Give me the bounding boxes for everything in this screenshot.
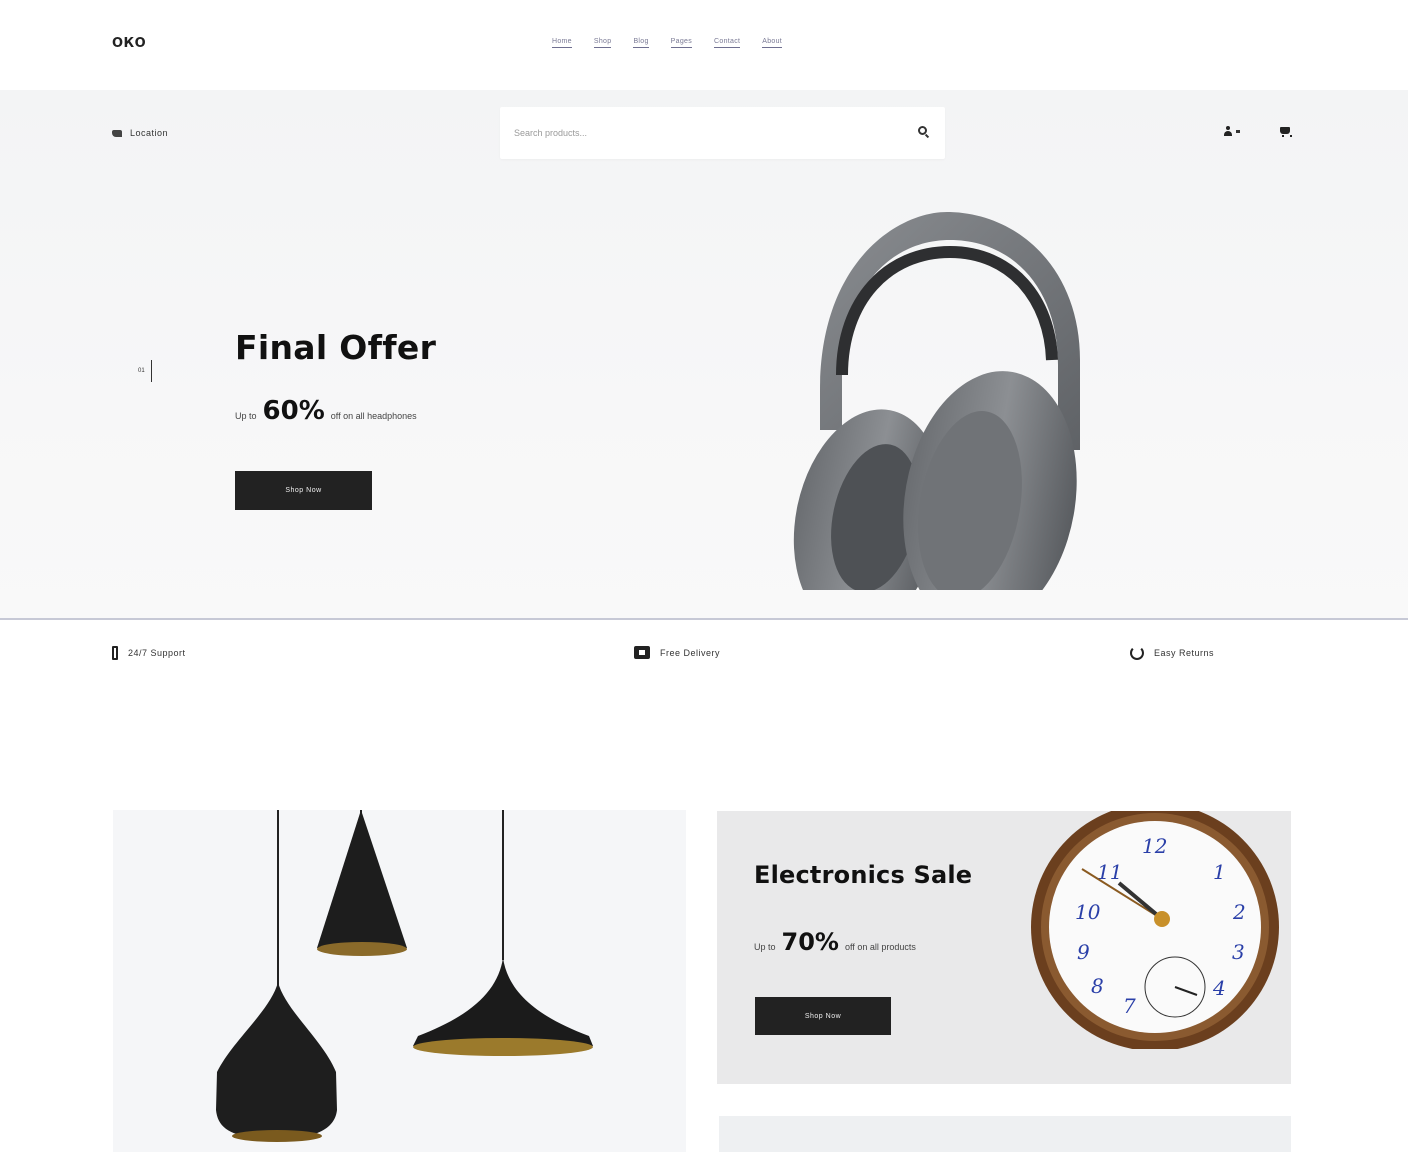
hero-title: Final Offer xyxy=(235,328,437,367)
nav-item-shop[interactable]: Shop xyxy=(593,38,612,48)
nav-item-contact[interactable]: Contact xyxy=(714,38,741,48)
svg-text:8: 8 xyxy=(1091,974,1104,998)
svg-text:3: 3 xyxy=(1232,940,1245,964)
slide-number: 01 xyxy=(138,368,145,374)
pendant-lamps-image xyxy=(216,810,593,1142)
svg-text:9: 9 xyxy=(1077,940,1090,964)
svg-text:10: 10 xyxy=(1075,900,1101,924)
search-bar xyxy=(500,107,945,159)
hero-offer-prefix: Up to xyxy=(235,411,257,421)
hero-shop-button[interactable]: Shop Now xyxy=(235,471,372,510)
promo-shop-button[interactable]: Shop Now xyxy=(755,997,891,1035)
svg-text:1: 1 xyxy=(1213,860,1226,884)
promo-offer-prefix: Up to xyxy=(754,942,776,952)
search-icon[interactable] xyxy=(918,126,927,135)
account-menu[interactable] xyxy=(1224,126,1240,136)
promo-card-electronics: Electronics Sale Up to 70% off on all pr… xyxy=(717,811,1291,1084)
promo-title: Electronics Sale xyxy=(754,861,973,889)
hero-offer: Up to 60% off on all headphones xyxy=(235,396,417,426)
refresh-icon xyxy=(1130,646,1144,660)
receipt-icon xyxy=(634,646,650,659)
nav-item-about[interactable]: About xyxy=(762,38,783,48)
location-label: Location xyxy=(130,128,169,138)
hero-offer-value: 60% xyxy=(262,396,325,426)
feature-returns: Easy Returns xyxy=(1130,646,1214,660)
slide-progress-bar xyxy=(150,360,152,382)
promo-offer: Up to 70% off on all products xyxy=(754,928,916,956)
feature-label: 24/7 Support xyxy=(128,648,186,658)
hero-banner: Location 01 Final Offer Up to 60% off on… xyxy=(0,90,1408,620)
promo-offer-suffix: off on all products xyxy=(844,942,916,952)
wall-clock-image: 12 1 2 3 4 11 10 9 8 7 xyxy=(1031,811,1279,1049)
svg-text:7: 7 xyxy=(1123,994,1136,1018)
search-input[interactable] xyxy=(514,119,894,147)
user-icon xyxy=(1224,126,1232,136)
nav-item-home[interactable]: Home xyxy=(552,38,572,48)
feature-label: Easy Returns xyxy=(1154,648,1215,658)
headphones-image xyxy=(793,211,1080,590)
svg-text:12: 12 xyxy=(1142,834,1167,858)
chevron-down-icon xyxy=(1236,129,1240,133)
svg-text:4: 4 xyxy=(1212,976,1226,1000)
nav-item-blog[interactable]: Blog xyxy=(633,38,649,48)
site-logo[interactable]: ОКО xyxy=(112,36,146,51)
features-strip: 24/7 Support Free Delivery Easy Returns xyxy=(0,640,1408,670)
top-header: ОКО Home Shop Blog Pages Contact About xyxy=(0,0,1408,90)
phone-icon xyxy=(112,646,118,660)
nav-item-pages[interactable]: Pages xyxy=(670,38,693,48)
feature-label: Free Delivery xyxy=(660,647,721,658)
hero-offer-suffix: off on all headphones xyxy=(330,411,417,421)
feature-support: 24/7 Support xyxy=(112,646,186,660)
location-icon xyxy=(112,129,122,137)
slide-indicator: 01 xyxy=(138,360,152,382)
promo-card-third[interactable] xyxy=(719,1116,1291,1152)
main-nav: Home Shop Blog Pages Contact About xyxy=(552,38,783,48)
promo-card-lamps[interactable] xyxy=(113,810,686,1152)
promo-offer-value: 70% xyxy=(781,928,839,956)
feature-delivery: Free Delivery xyxy=(634,646,720,659)
location-selector[interactable]: Location xyxy=(112,128,168,138)
cart-icon[interactable] xyxy=(1279,127,1292,137)
svg-text:2: 2 xyxy=(1232,900,1246,924)
